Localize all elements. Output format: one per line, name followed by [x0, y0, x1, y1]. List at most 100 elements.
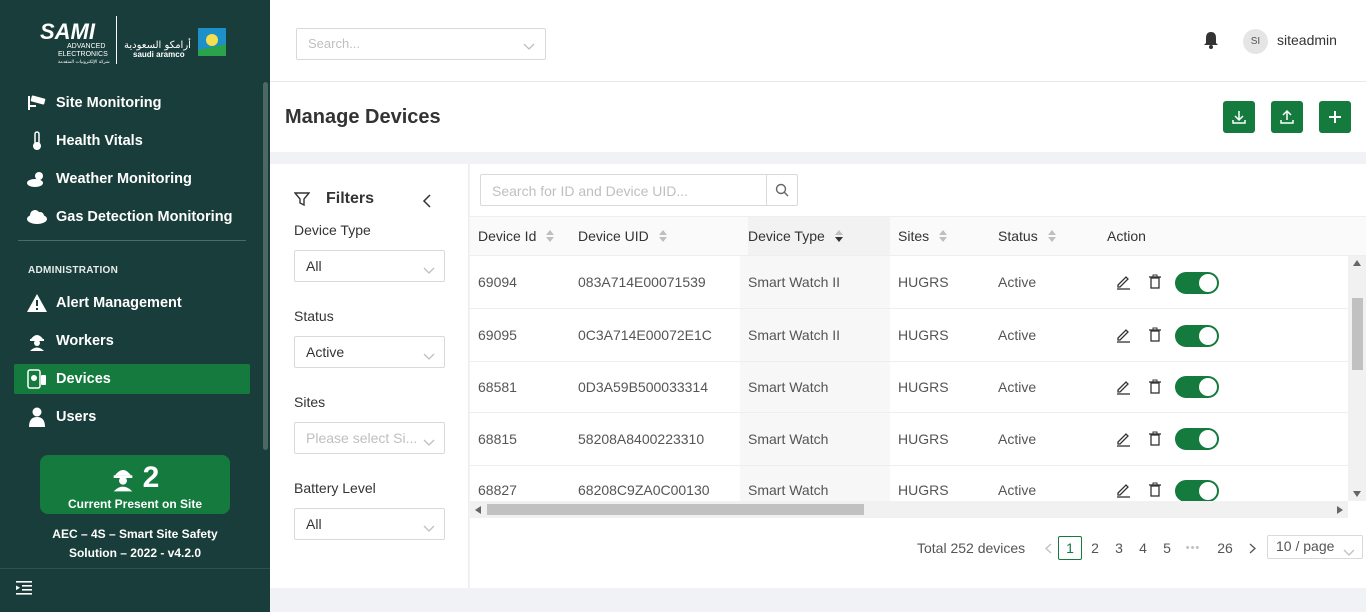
upload-icon [1279, 109, 1295, 125]
device-enabled-toggle[interactable] [1175, 428, 1219, 450]
section-label-administration: ADMINISTRATION [28, 265, 119, 276]
sidebar-item-workers[interactable]: Workers [14, 326, 250, 356]
plus-icon [1327, 109, 1343, 125]
pagination-total: Total 252 devices [917, 540, 1026, 556]
chevron-down-icon [423, 434, 435, 450]
device-uid-cell: 0C3A714E00072E1C [578, 327, 712, 343]
sidebar-item-label: Site Monitoring [56, 95, 162, 111]
brand-name: SAMI [40, 19, 96, 44]
global-search-select[interactable]: Search... [296, 28, 546, 60]
device-enabled-toggle[interactable] [1175, 272, 1219, 294]
device-id-cell: 69094 [478, 274, 517, 290]
add-device-button[interactable] [1319, 101, 1351, 133]
page-size-select[interactable]: 10 / page [1267, 535, 1363, 559]
edit-icon[interactable] [1115, 413, 1131, 465]
weather-icon [26, 168, 48, 190]
delete-icon[interactable] [1148, 466, 1162, 501]
sidebar: SAMI ADVANCED ELECTRONICS شركة الإلكترون… [0, 0, 270, 612]
sites-select[interactable]: Please select Si... [294, 422, 445, 454]
svg-text:saudi aramco: saudi aramco [133, 50, 185, 59]
delete-icon[interactable] [1148, 362, 1162, 412]
table-search-input[interactable]: Search for ID and Device UID... [480, 174, 798, 206]
sidebar-item-gas-detection[interactable]: Gas Detection Monitoring [14, 202, 250, 232]
sort-icon[interactable] [939, 230, 948, 242]
download-button[interactable] [1223, 101, 1255, 133]
sidebar-item-weather-monitoring[interactable]: Weather Monitoring [14, 164, 250, 194]
battery-level-select[interactable]: All [294, 508, 445, 540]
device-type-select[interactable]: All [294, 250, 445, 282]
column-header-device-uid[interactable]: Device UID [578, 217, 667, 255]
column-header-status[interactable]: Status [998, 217, 1056, 255]
device-type-cell: Smart Watch II [748, 327, 841, 343]
column-header-sites[interactable]: Sites [898, 217, 948, 255]
status-cell: Active [998, 482, 1037, 498]
avatar[interactable]: SI [1243, 29, 1268, 54]
menu-collapse-icon[interactable] [16, 581, 34, 597]
chevron-left-icon [1044, 543, 1052, 554]
delete-icon[interactable] [1148, 309, 1162, 361]
filters-panel: Filters Device Type All Status Active Si… [270, 164, 469, 588]
sort-desc-icon[interactable] [834, 230, 843, 242]
sidebar-item-users[interactable]: Users [14, 402, 250, 432]
edit-icon[interactable] [1115, 466, 1131, 501]
sidebar-item-devices[interactable]: Devices [14, 364, 250, 394]
status-select[interactable]: Active [294, 336, 445, 368]
pagination-ellipsis[interactable]: ••• [1181, 536, 1205, 560]
warning-icon [26, 292, 48, 314]
search-button[interactable] [766, 175, 797, 205]
site-cell: HUGRS [898, 379, 949, 395]
device-enabled-toggle[interactable] [1175, 480, 1219, 501]
column-header-device-type[interactable]: Device Type [748, 217, 890, 255]
edit-icon[interactable] [1115, 256, 1131, 308]
pagination-page-last[interactable]: 26 [1213, 536, 1237, 560]
svg-text:ELECTRONICS: ELECTRONICS [58, 51, 108, 58]
pagination-page-2[interactable]: 2 [1083, 536, 1107, 560]
device-enabled-toggle[interactable] [1175, 325, 1219, 347]
sidebar-item-label: Workers [56, 333, 114, 349]
worker-icon [26, 330, 48, 352]
sidebar-item-label: Gas Detection Monitoring [56, 209, 233, 225]
pagination-next[interactable] [1240, 536, 1264, 560]
sidebar-item-health-vitals[interactable]: Health Vitals [14, 126, 250, 156]
pagination-page-1[interactable]: 1 [1058, 536, 1082, 560]
sidebar-scrollbar[interactable] [263, 82, 268, 450]
present-label: Current Present on Site [67, 497, 203, 511]
sidebar-item-site-monitoring[interactable]: Site Monitoring [14, 88, 250, 118]
sort-icon[interactable] [658, 230, 667, 242]
page-title: Manage Devices [285, 106, 441, 128]
chevron-down-icon [1343, 544, 1355, 560]
column-header-action: Action [1107, 228, 1146, 244]
gas-cloud-icon [26, 206, 48, 228]
chevron-left-icon[interactable] [422, 194, 432, 213]
upload-button[interactable] [1271, 101, 1303, 133]
filters-title: Filters [294, 190, 374, 208]
status-cell: Active [998, 327, 1037, 343]
edit-icon[interactable] [1115, 309, 1131, 361]
bell-icon[interactable] [1203, 31, 1219, 54]
device-id-cell: 68815 [478, 431, 517, 447]
sidebar-item-alert-management[interactable]: Alert Management [14, 288, 250, 318]
sites-label: Sites [294, 394, 326, 410]
edit-icon[interactable] [1115, 362, 1131, 412]
delete-icon[interactable] [1148, 256, 1162, 308]
pagination-page-3[interactable]: 3 [1107, 536, 1131, 560]
chevron-down-icon [423, 520, 435, 536]
present-on-site-card: 2 Current Present on Site [40, 455, 230, 514]
table-row: 69095 0C3A714E00072E1C Smart Watch II HU… [470, 309, 1350, 362]
sort-icon[interactable] [546, 230, 555, 242]
sidebar-item-label: Health Vitals [56, 133, 143, 149]
sort-icon[interactable] [1047, 230, 1056, 242]
pagination-prev[interactable] [1036, 536, 1060, 560]
delete-icon[interactable] [1148, 413, 1162, 465]
device-enabled-toggle[interactable] [1175, 376, 1219, 398]
pagination-page-4[interactable]: 4 [1131, 536, 1155, 560]
table-horizontal-scrollbar[interactable] [470, 501, 1348, 518]
pagination-page-5[interactable]: 5 [1155, 536, 1179, 560]
column-header-device-id[interactable]: Device Id [478, 217, 555, 255]
table-vertical-scrollbar[interactable] [1348, 256, 1366, 501]
filter-icon [294, 191, 318, 207]
chevron-down-icon [423, 262, 435, 278]
table-row: 68827 68208C9ZA0C00130 Smart Watch HUGRS… [470, 466, 1350, 501]
device-id-cell: 69095 [478, 327, 517, 343]
username[interactable]: siteadmin [1277, 32, 1337, 48]
